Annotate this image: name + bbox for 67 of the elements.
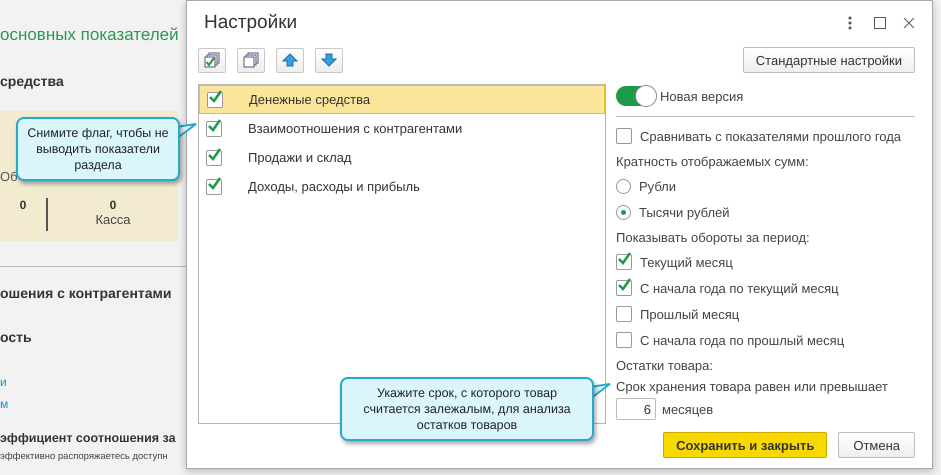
move-up-button[interactable] xyxy=(276,48,304,72)
cancel-button[interactable]: Отмена xyxy=(838,432,915,458)
down-arrow-icon xyxy=(321,53,337,67)
checkmark-icon xyxy=(617,252,631,266)
checkbox-label: С начала года по прошлый месяц xyxy=(640,332,844,348)
card-label: Об xyxy=(0,169,19,184)
checkbox[interactable] xyxy=(206,120,222,136)
checkbox[interactable] xyxy=(616,128,632,144)
section-row[interactable]: Доходы, расходы и прибыль xyxy=(199,172,605,201)
section-title: ошения с контрагентами xyxy=(0,285,173,301)
section-row[interactable]: Продажи и склад xyxy=(199,143,605,172)
section-label: Взаимоотношения с контрагентами xyxy=(248,121,462,136)
checkbox[interactable] xyxy=(206,150,222,166)
checkbox[interactable] xyxy=(207,92,223,108)
section-row[interactable]: Взаимоотношения с контрагентами xyxy=(199,114,605,143)
group-label: Кратность отображаемых сумм: xyxy=(616,154,809,168)
checkmark-icon xyxy=(207,118,221,132)
unit-label: месяцев xyxy=(662,402,714,416)
check-all-button[interactable] xyxy=(198,48,226,72)
radio-button[interactable] xyxy=(616,204,631,220)
checkmark-icon xyxy=(207,176,221,190)
indicator-title: эффициент соотношения за xyxy=(0,431,177,445)
checkbox[interactable] xyxy=(616,280,632,296)
indicator-text: эффективно распоряжаетесь доступн xyxy=(0,451,169,462)
checkbox[interactable] xyxy=(206,178,222,194)
checkmark-icon xyxy=(617,278,631,292)
pages-icon xyxy=(243,52,259,68)
default-settings-button[interactable]: Стандартные настройки xyxy=(742,47,915,73)
checkbox-label: Текущий месяц xyxy=(640,254,733,270)
subsection-title: ость xyxy=(0,329,33,345)
group-label: Срок хранения товара равен или превышает xyxy=(616,379,888,394)
page-heading: основных показателей xyxy=(0,25,180,45)
checked-pages-icon xyxy=(204,52,220,68)
card-value: 0 xyxy=(110,198,116,212)
move-down-button[interactable] xyxy=(315,48,343,72)
section-title: средства xyxy=(0,73,65,89)
maximize-icon[interactable] xyxy=(874,17,886,29)
uncheck-all-button[interactable] xyxy=(237,48,265,72)
save-button[interactable]: Сохранить и закрыть xyxy=(663,432,828,458)
up-arrow-icon xyxy=(282,53,298,67)
more-icon[interactable] xyxy=(848,16,852,30)
radio-label: Тысячи рублей xyxy=(639,204,730,220)
checkbox[interactable] xyxy=(616,332,632,348)
section-label: Продажи и склад xyxy=(248,150,352,165)
checkbox[interactable] xyxy=(616,254,632,270)
checkmark-icon xyxy=(207,148,221,162)
close-icon[interactable] xyxy=(903,17,915,29)
checkbox-label: Сравнивать с показателями прошлого года xyxy=(640,128,902,144)
card-caption: Касса xyxy=(95,212,131,227)
toggle-label: Новая версия xyxy=(660,88,744,104)
checkbox[interactable] xyxy=(616,306,632,322)
checkmark-icon xyxy=(208,90,222,104)
dialog-title: Настройки xyxy=(204,12,298,34)
section-label: Доходы, расходы и прибыль xyxy=(248,179,420,194)
months-field[interactable]: 6 xyxy=(616,398,656,420)
group-label: Остатки товара: xyxy=(616,358,713,372)
hint-callout: Укажите срок, с которого товар считается залежалым, для анализа остатков товаров xyxy=(340,377,594,441)
checkbox-label: Прошлый месяц xyxy=(640,306,740,322)
radio-button[interactable] xyxy=(616,178,631,194)
section-row[interactable]: Денежные средства xyxy=(199,85,605,114)
toggle-switch[interactable] xyxy=(616,86,656,106)
hint-callout: Снимите флаг, чтобы не выводить показатели раздела xyxy=(16,117,180,181)
section-label: Денежные средства xyxy=(249,92,370,107)
checkbox-label: С начала года по текущий месяц xyxy=(640,280,839,296)
radio-label: Рубли xyxy=(639,178,676,194)
group-label: Показывать обороты за период: xyxy=(616,230,810,244)
card-value: 0 xyxy=(20,198,26,212)
